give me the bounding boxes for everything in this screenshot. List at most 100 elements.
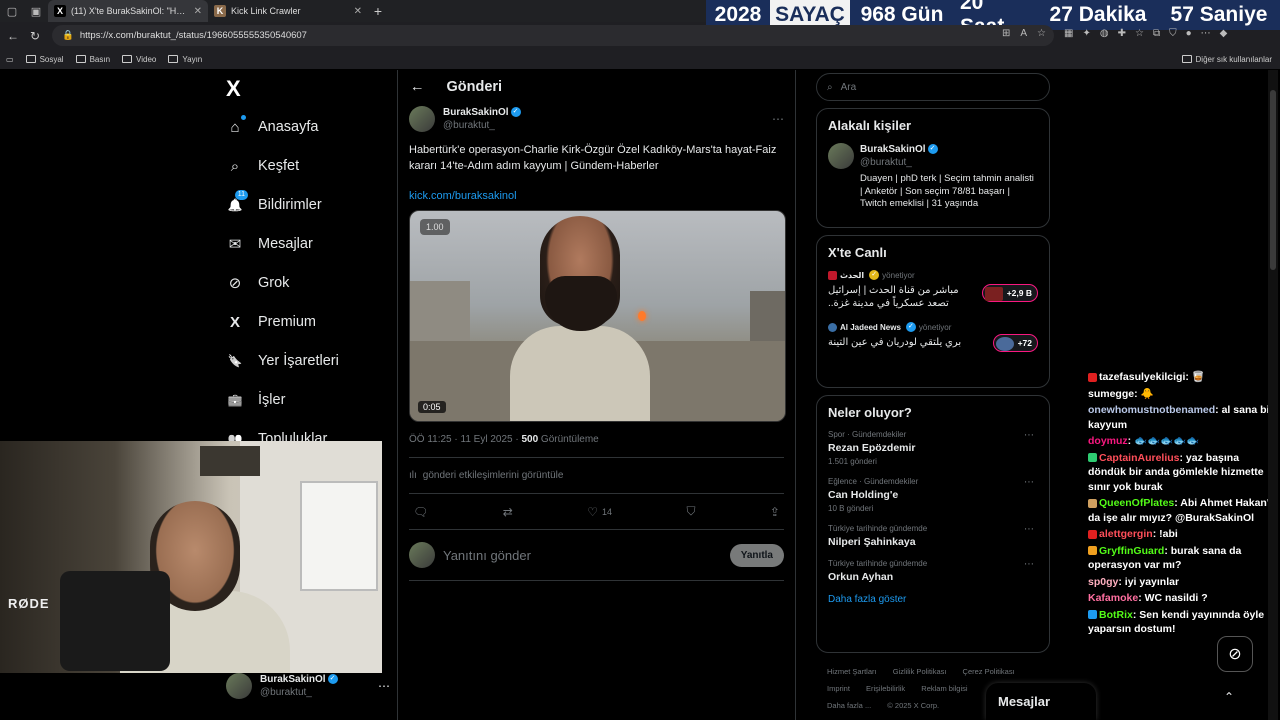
footer-link[interactable]: Hizmet Şartları [827, 667, 877, 676]
view-engagements[interactable]: ılı gönderi etkileşimlerini görüntüle [409, 458, 784, 493]
bookmark-icon[interactable]: ⛉ [686, 504, 695, 519]
live-item[interactable]: Al Jadeed News ✓ yönetiyor بري يلتقي لودري… [828, 322, 1038, 352]
extension-icon[interactable]: ◍ [1100, 28, 1109, 39]
chat-username[interactable]: CaptainAurelius [1099, 452, 1180, 464]
profile-avatar-icon[interactable]: ● [1186, 28, 1192, 39]
chat-username[interactable]: doymuz [1088, 435, 1128, 447]
back-icon[interactable]: ← [2, 29, 24, 43]
bookmark-folder-sosyal[interactable]: Sosyal [25, 55, 64, 64]
show-more-link[interactable]: Daha fazla göster [828, 594, 1038, 605]
refresh-icon[interactable]: ↻ [24, 29, 46, 43]
messages-drawer[interactable]: Mesajlar [986, 683, 1096, 720]
read-aloud-icon[interactable]: A [1020, 28, 1027, 39]
rubble [410, 281, 470, 341]
more-options-icon[interactable]: ⋯ [1024, 430, 1034, 441]
chat-username[interactable]: GryffinGuard [1099, 545, 1164, 557]
chat-username[interactable]: sp0gy [1088, 576, 1118, 588]
envelope-icon: ✉ [228, 236, 242, 253]
footer-link[interactable]: Çerez Politikası [963, 667, 1015, 676]
app-icon[interactable]: ⊞ [1002, 28, 1010, 39]
search-input[interactable]: ⌕ Ara [816, 73, 1050, 101]
reply-input[interactable]: Yanıtını gönder [443, 548, 722, 563]
close-icon[interactable]: ✕ [354, 6, 362, 17]
chat-username[interactable]: onewhomustnotbenamed [1088, 404, 1215, 416]
tab-x-post[interactable]: X (11) X'te BurakSakinOl: "Habertürk'e ✕ [48, 0, 208, 22]
avatar[interactable] [409, 106, 435, 132]
copilot-icon[interactable]: ◆ [1220, 28, 1228, 39]
post-link[interactable]: kick.com/buraksakinol [409, 190, 784, 202]
footer-link[interactable]: Gizlilik Politikası [893, 667, 947, 676]
video-subject [510, 216, 650, 421]
new-tab-icon[interactable]: + [368, 3, 388, 19]
more-options-icon[interactable]: ⋯ [378, 679, 390, 693]
sidebar-item-explore[interactable]: ⌕ Keşfet [226, 157, 299, 175]
sidebar-item-notifications[interactable]: 🔔 11 Bildirimler [226, 190, 322, 214]
sidebar-item-home[interactable]: ⌂ Anasayfa [226, 115, 318, 136]
post-video[interactable]: 1.00 0:05 [409, 210, 786, 422]
chat-username[interactable]: BotRix [1099, 609, 1133, 621]
trend-item[interactable]: Türkiye tarihinde gündemde Nilperi Şahin… [828, 524, 1038, 548]
author-name[interactable]: BurakSakinOl [443, 107, 509, 118]
chevron-up-icon[interactable]: ⌃ [1224, 690, 1234, 704]
live-item[interactable]: الحدث ✓ yönetiyor مباشر من قناة الحدث | إس… [828, 270, 1038, 310]
account-switcher[interactable]: BurakSakinOl ✓ @buraktut_ ⋯ [226, 668, 390, 704]
more-options-icon[interactable]: ⋯ [1024, 477, 1034, 488]
page-scrollbar[interactable] [1268, 70, 1278, 720]
bookmark-manager-icon[interactable]: ▭ [6, 55, 14, 64]
live-listener-pill[interactable]: +2,9 B [981, 284, 1038, 302]
chat-username[interactable]: alettgergin [1099, 528, 1153, 540]
repost-icon[interactable]: ⇄ [503, 504, 513, 519]
tab-actions-icon[interactable]: ▣ [24, 0, 48, 22]
footer-link[interactable]: Imprint [827, 684, 850, 693]
extension-icon[interactable]: ▦ [1064, 28, 1073, 39]
related-person[interactable]: BurakSakinOl ✓ @buraktut_ [828, 143, 1038, 169]
window-menu-icon[interactable]: ▢ [0, 0, 24, 22]
chat-message: CaptainAurelius: yaz başına döndük bir a… [1088, 451, 1276, 495]
chat-username[interactable]: QueenOfPlates [1099, 497, 1174, 509]
chat-username[interactable]: Kafamoke [1088, 592, 1138, 604]
extensions-puzzle-icon[interactable]: ✚ [1118, 28, 1126, 39]
sidebar-item-premium[interactable]: X Premium [226, 313, 316, 331]
reply-icon[interactable]: 🗨 [413, 504, 428, 519]
author-handle[interactable]: @buraktut_ [443, 119, 521, 132]
url-field[interactable]: 🔒 https://x.com/buraktut_/status/1966055… [52, 25, 1054, 46]
account-name: BurakSakinOl [260, 674, 326, 685]
sidebar-item-grok[interactable]: ⊘ Grok [226, 274, 290, 292]
sidebar-item-messages[interactable]: ✉ Mesajlar [226, 235, 313, 253]
collections-icon[interactable]: ⧉ [1153, 28, 1160, 39]
footer-link[interactable]: Erişilebilirlik [866, 684, 905, 693]
chat-username[interactable]: tazefasulyekilcigi [1099, 371, 1185, 383]
trend-item[interactable]: Eğlence · Gündemdekiler Can Holding'e 10… [828, 477, 1038, 513]
more-options-icon[interactable]: ⋯ [772, 112, 784, 126]
more-options-icon[interactable]: ⋯ [1024, 524, 1034, 535]
share-icon[interactable]: ⇪ [770, 504, 780, 519]
bookmark-folder-yayin[interactable]: Yayın [168, 55, 202, 64]
favorites-icon[interactable]: ☆ [1135, 28, 1144, 39]
reply-button[interactable]: Yanıtla [729, 543, 784, 567]
chat-message: sp0gy: iyi yayınlar [1088, 575, 1276, 590]
footer-link[interactable]: Reklam bilgisi [921, 684, 967, 693]
other-bookmarks[interactable]: Diğer sık kullanılanlar [1181, 55, 1272, 64]
playback-speed[interactable]: 1.00 [420, 219, 450, 235]
more-options-icon[interactable]: ⋯ [1024, 559, 1034, 570]
site-info-icon[interactable]: 🔒 [62, 30, 74, 41]
tab-kick-crawler[interactable]: K Kick Link Crawler ✕ [208, 0, 368, 22]
sidebar-item-jobs[interactable]: 💼 İşler [226, 391, 286, 409]
favorite-star-icon[interactable]: ☆ [1037, 28, 1046, 39]
extension-icon[interactable]: ✦ [1082, 28, 1090, 39]
close-icon[interactable]: ✕ [194, 6, 202, 17]
chat-username[interactable]: sumegge [1088, 388, 1134, 400]
shield-icon[interactable]: ⛉ [1169, 28, 1177, 39]
back-arrow-icon[interactable]: ← [410, 79, 425, 95]
more-options-icon[interactable]: ⋯ [1201, 28, 1211, 39]
live-listener-pill[interactable]: +72 [992, 334, 1038, 352]
bookmark-folder-basin[interactable]: Basın [75, 55, 110, 64]
trend-item[interactable]: Türkiye tarihinde gündemde Orkun Ayhan ⋯ [828, 559, 1038, 583]
x-logo-icon[interactable]: X [226, 78, 248, 100]
like-button[interactable]: ♡ 14 [587, 504, 612, 519]
sidebar-item-bookmarks[interactable]: 🔖 Yer İşaretleri [226, 352, 339, 370]
bookmark-folder-video[interactable]: Video [122, 55, 156, 64]
grok-floating-button[interactable]: ⊘ [1217, 636, 1253, 672]
trend-item[interactable]: Spor · Gündemdekiler Rezan Epözdemir 1.5… [828, 430, 1038, 466]
footer-more-link[interactable]: Daha fazla ... [827, 701, 871, 710]
